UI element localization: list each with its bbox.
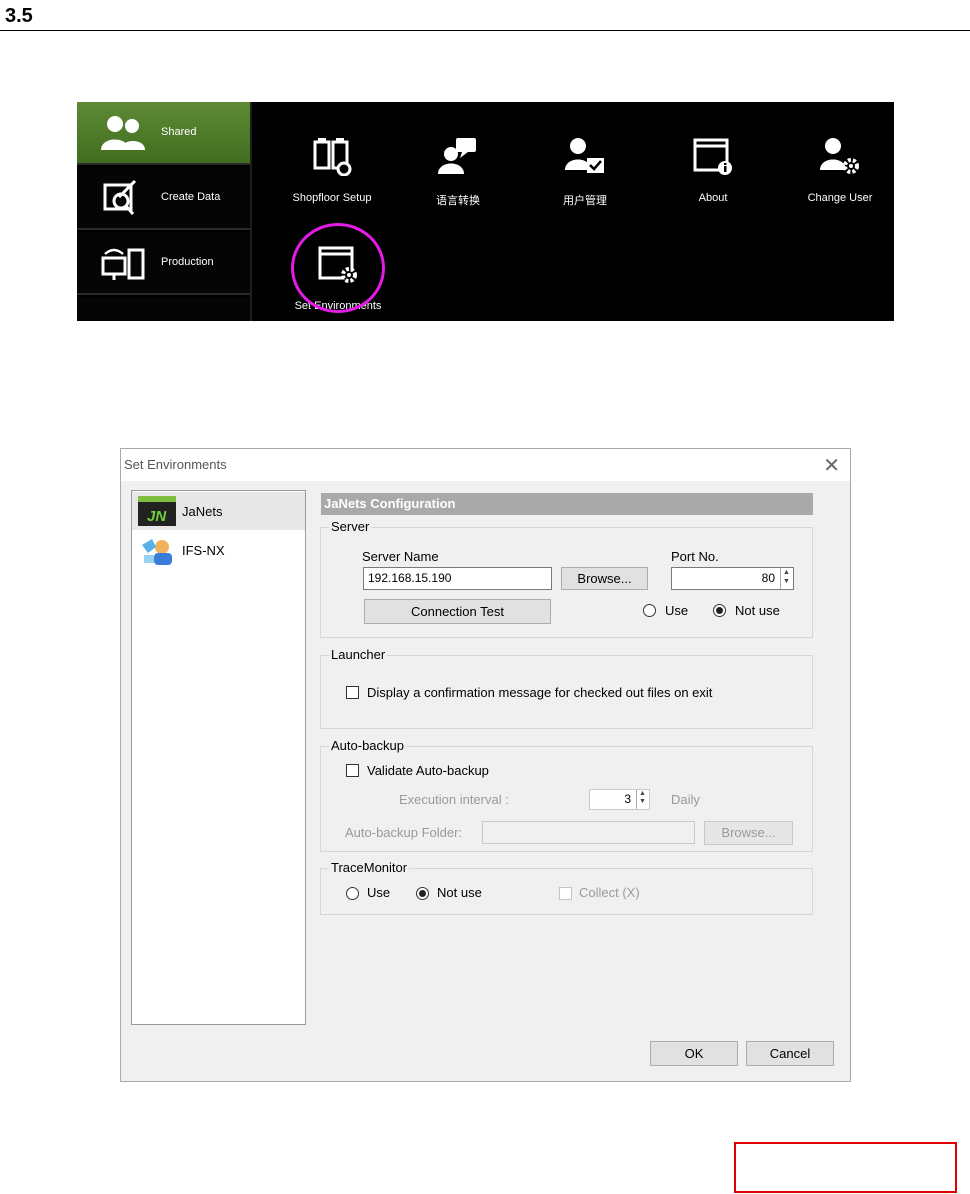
dialog-titlebar: Set Environments ✕ (121, 449, 850, 481)
server-name-label: Server Name (362, 549, 439, 564)
port-label: Port No. (671, 549, 719, 564)
tile-about[interactable]: About (650, 106, 776, 206)
janets-icon: JN (138, 496, 176, 526)
nav-item-label: IFS-NX (182, 543, 225, 558)
tile-label: About (698, 192, 728, 204)
validate-autobackup-checkbox[interactable] (346, 764, 359, 777)
confirm-checkbox[interactable] (346, 686, 359, 699)
chat-icon (438, 138, 476, 174)
interval-label: Execution interval : (399, 792, 509, 807)
sidebar-item-label: Production (161, 256, 214, 268)
users-icon (101, 116, 145, 150)
confirm-label: Display a confirmation message for check… (367, 685, 713, 700)
tile-label: 语言转换 (436, 195, 480, 207)
stepper-down-icon[interactable]: ▼ (781, 577, 792, 586)
collect-label: Collect (X) (579, 885, 640, 900)
group-title: Launcher (329, 647, 388, 662)
trace-not-use-radio[interactable] (416, 887, 429, 900)
shopfloor-setup-icon (313, 138, 352, 176)
nav-item-ifs-nx[interactable]: IFS-NX (132, 531, 305, 569)
browse-button[interactable]: Browse... (561, 567, 648, 590)
create-data-icon (103, 179, 137, 215)
group-title: TraceMonitor (329, 860, 410, 875)
autobackup-group: Auto-backup Validate Auto-backup Executi… (320, 738, 813, 852)
stepper-up-icon[interactable]: ▲ (637, 790, 648, 798)
sidebar-item-tools[interactable] (77, 297, 250, 321)
trace-use-radio[interactable] (346, 887, 359, 900)
production-icon (101, 248, 145, 280)
sidebar-divider (250, 102, 252, 321)
sidebar-item-create-data[interactable]: Create Data (77, 167, 250, 230)
group-title: Auto-backup (329, 738, 406, 753)
server-not-use-label: Not use (735, 603, 780, 618)
nav-item-label: JaNets (182, 504, 223, 519)
section-header: JaNets Configuration (321, 493, 813, 515)
folder-label: Auto-backup Folder: (345, 825, 463, 840)
stepper-down-icon[interactable]: ▼ (637, 798, 648, 806)
user-manage-icon (565, 138, 604, 173)
change-user-icon (820, 138, 859, 174)
svg-text:JN: JN (147, 508, 167, 525)
tracemonitor-group: TraceMonitor Use Not use Collect (X) (320, 860, 813, 915)
annotation-box (734, 1142, 957, 1193)
server-name-input[interactable]: 192.168.15.190 (363, 567, 552, 590)
tile-label: Change User (807, 192, 873, 204)
interval-stepper[interactable]: ▲ ▼ (636, 790, 648, 809)
server-not-use-radio[interactable] (713, 604, 726, 617)
validate-autobackup-label: Validate Auto-backup (367, 763, 489, 778)
launcher-group: Launcher Display a confirmation message … (320, 647, 813, 729)
tile-shopfloor-setup[interactable]: Shopfloor Setup (269, 106, 395, 206)
server-group: Server Server Name Port No. 192.168.15.1… (320, 519, 813, 638)
tile-change-user[interactable]: Change User (777, 106, 894, 206)
close-icon[interactable]: ✕ (823, 453, 840, 478)
port-input[interactable]: 80 (671, 567, 794, 590)
folder-browse-button[interactable]: Browse... (704, 821, 793, 845)
sidebar-item-production[interactable]: Production (77, 232, 250, 295)
server-use-label: Use (665, 603, 689, 618)
dialog-title: Set Environments (124, 457, 227, 472)
stepper-up-icon[interactable]: ▲ (781, 568, 792, 577)
trace-not-use-label: Not use (437, 885, 482, 900)
ok-button[interactable]: OK (650, 1041, 738, 1066)
section-number: 3.5 (5, 5, 33, 27)
tools-icon (99, 309, 147, 321)
sidebar-item-shared[interactable]: Shared (77, 102, 250, 165)
ifs-nx-icon (142, 539, 172, 565)
sidebar-item-label: Create Data (161, 191, 221, 203)
set-environments-dialog: Set Environments ✕ JN JaNets IFS-NX JaNe… (120, 448, 851, 1082)
tile-label: Shopfloor Setup (292, 192, 372, 204)
tile-user-manage[interactable]: 用户管理 (522, 106, 648, 207)
connection-test-button[interactable]: Connection Test (364, 599, 551, 624)
tile-label: 用户管理 (563, 195, 607, 207)
port-stepper[interactable]: ▲ ▼ (780, 568, 792, 589)
tile-language[interactable]: 语言转换 (395, 106, 521, 207)
sidebar-item-label: Shared (161, 126, 197, 138)
folder-input[interactable] (482, 821, 695, 844)
cancel-button[interactable]: Cancel (746, 1041, 834, 1066)
section-rule (0, 30, 970, 31)
interval-unit: Daily (671, 792, 700, 807)
trace-use-label: Use (367, 885, 391, 900)
nav-list: JN JaNets IFS-NX (131, 490, 306, 1025)
launcher-panel: Shared Create Data Production Shopfloor … (77, 102, 894, 321)
about-info-icon (693, 138, 732, 175)
highlight-ring (291, 223, 385, 313)
group-title: Server (329, 519, 372, 534)
server-use-radio[interactable] (643, 604, 656, 617)
nav-item-janets[interactable]: JN JaNets (132, 492, 305, 530)
collect-checkbox[interactable] (559, 887, 572, 900)
